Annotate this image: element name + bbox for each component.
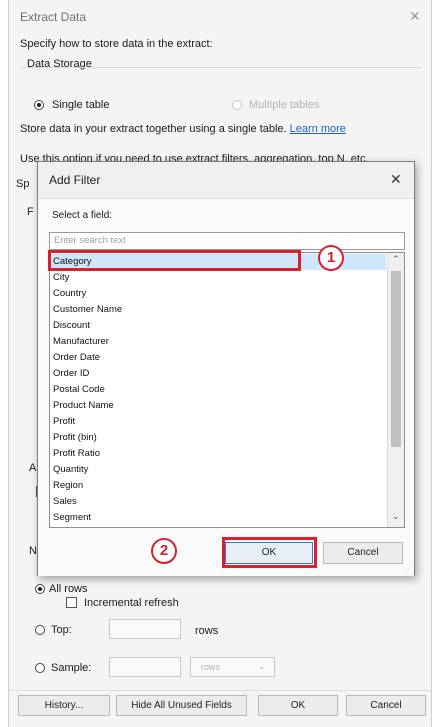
- single-table-label: Single table: [52, 99, 110, 111]
- aggregation-fragment: A: [29, 462, 37, 474]
- field-list-item[interactable]: Profit: [53, 414, 386, 430]
- incremental-refresh-label: Incremental refresh: [84, 597, 179, 609]
- chevron-up-icon[interactable]: ⌃: [392, 254, 400, 265]
- field-list-item[interactable]: Product Name: [53, 398, 386, 414]
- hide-unused-fields-button[interactable]: Hide All Unused Fields: [116, 695, 247, 716]
- field-list-item[interactable]: Profit (bin): [53, 430, 386, 446]
- sample-radio[interactable]: [35, 663, 45, 673]
- search-input[interactable]: Enter search text: [49, 232, 405, 250]
- all-rows-radio[interactable]: [35, 584, 45, 594]
- sample-input[interactable]: [109, 657, 181, 677]
- field-list-item[interactable]: Order Date: [53, 350, 386, 366]
- dialog-cancel-button[interactable]: Cancel: [323, 542, 403, 564]
- list-scrollbar[interactable]: ⌃ ⌄: [387, 253, 404, 527]
- field-list-item[interactable]: Segment: [53, 510, 386, 526]
- field-list-item[interactable]: Sales: [53, 494, 386, 510]
- field-list-item[interactable]: Order ID: [53, 366, 386, 382]
- add-filter-title: Add Filter: [49, 173, 101, 187]
- history-button[interactable]: History...: [18, 695, 110, 716]
- field-list-item[interactable]: Postal Code: [53, 382, 386, 398]
- field-list-item[interactable]: Profit Ratio: [53, 446, 386, 462]
- all-rows-label: All rows: [49, 583, 88, 595]
- field-list-item[interactable]: Customer Name: [53, 302, 386, 318]
- store-description: Store data in your extract together usin…: [20, 123, 346, 135]
- top-rows-input[interactable]: [109, 619, 181, 639]
- store-description-text: Store data in your extract together usin…: [20, 123, 287, 135]
- field-list-item[interactable]: Region: [53, 478, 386, 494]
- chevron-down-icon[interactable]: ⌄: [392, 511, 400, 522]
- close-icon[interactable]: ✕: [390, 171, 402, 188]
- annotation-step-1: 1: [318, 245, 344, 271]
- sample-unit-value: rows: [201, 662, 221, 672]
- number-rows-fragment: N: [29, 545, 37, 557]
- annotation-step-2: 2: [151, 538, 177, 564]
- specify-fragment: Sp: [16, 178, 30, 190]
- group-divider: [21, 67, 421, 68]
- annotation-highlight-ok: [222, 537, 317, 568]
- sample-label: Sample:: [51, 662, 92, 674]
- intro-text: Specify how to store data in the extract…: [20, 38, 213, 50]
- multiple-tables-label: Multiple tables: [249, 99, 320, 111]
- scrollbar-thumb[interactable]: [391, 271, 401, 447]
- annotation-highlight-category: [48, 250, 301, 271]
- single-table-radio[interactable]: [34, 100, 44, 110]
- field-list-item[interactable]: City: [53, 270, 386, 286]
- field-list-item[interactable]: Quantity: [53, 462, 386, 478]
- select-field-label: Select a field:: [52, 210, 113, 221]
- close-icon[interactable]: ✕: [409, 8, 421, 25]
- footer-divider: [9, 690, 431, 691]
- top-rows-unit: rows: [195, 625, 219, 637]
- search-placeholder: Enter search text: [54, 235, 126, 246]
- ok-button[interactable]: OK: [258, 695, 338, 716]
- add-filter-dialog: Add Filter ✕ Select a field: Enter searc…: [37, 161, 415, 576]
- data-storage-label: Data Storage: [27, 58, 92, 70]
- field-list-item[interactable]: Manufacturer: [53, 334, 386, 350]
- field-list-item[interactable]: Country: [53, 286, 386, 302]
- cancel-button[interactable]: Cancel: [346, 695, 426, 716]
- sample-unit-dropdown[interactable]: rows ⌄: [190, 657, 275, 677]
- field-list-item[interactable]: Discount: [53, 318, 386, 334]
- incremental-refresh-checkbox[interactable]: [66, 597, 77, 608]
- learn-more-link[interactable]: Learn more: [290, 123, 346, 135]
- filters-fragment: F: [27, 206, 34, 218]
- dialog-title: Extract Data: [20, 10, 87, 24]
- multiple-tables-radio[interactable]: [232, 100, 242, 110]
- top-radio[interactable]: [35, 625, 45, 635]
- chevron-down-icon: ⌄: [258, 661, 266, 671]
- resize-grip-icon[interactable]: ⋰: [404, 565, 412, 574]
- field-list[interactable]: Segment Sales Region Quantity Profit Ratio Pr…: [49, 252, 405, 528]
- top-label: Top:: [51, 624, 72, 636]
